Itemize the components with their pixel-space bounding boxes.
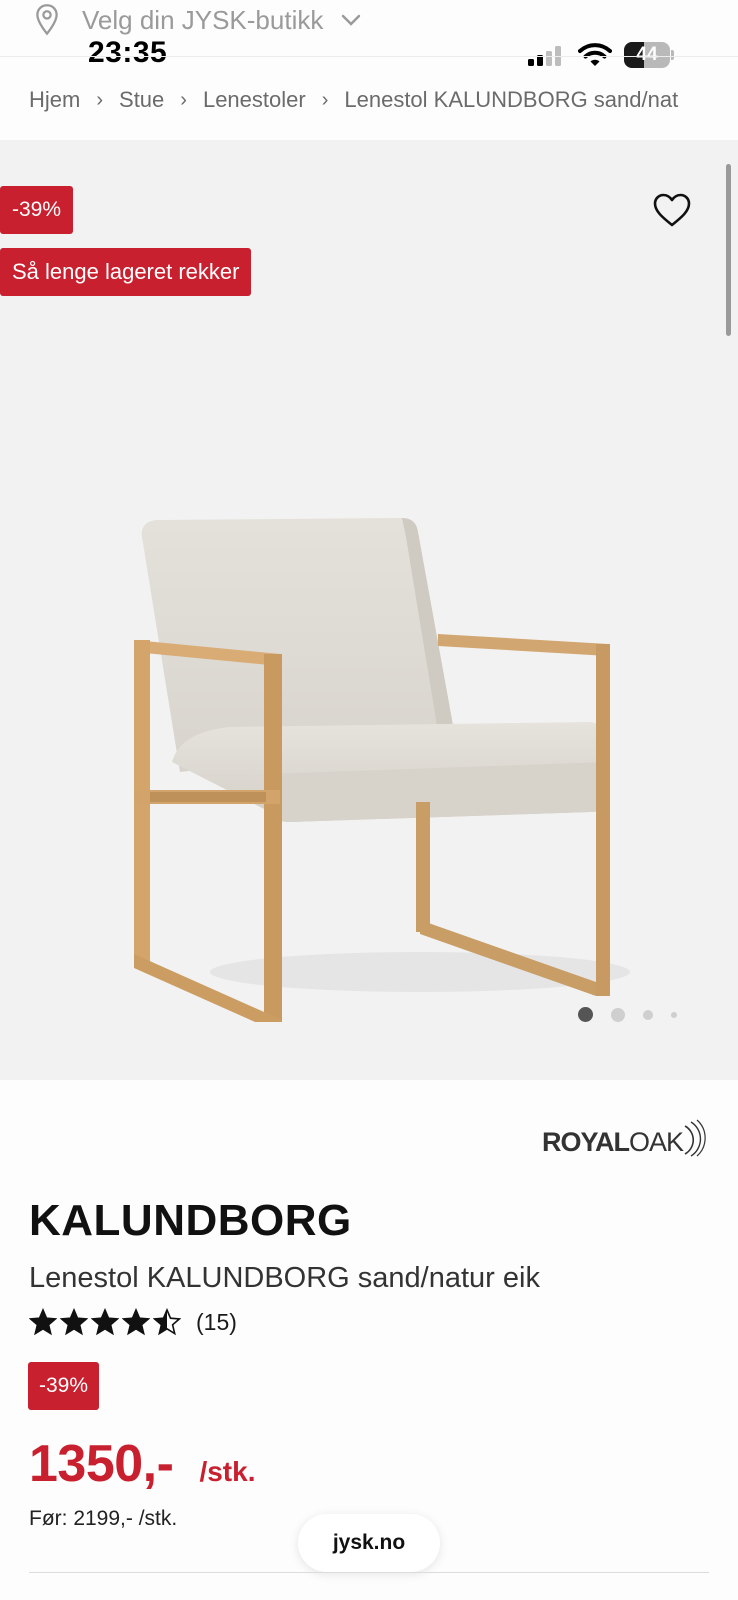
header-divider — [0, 56, 738, 57]
star-full-icon — [29, 1308, 57, 1336]
wifi-icon — [578, 43, 612, 66]
review-count[interactable]: (15) — [196, 1309, 237, 1336]
brand-logo-part2: OAK — [629, 1127, 684, 1157]
star-full-icon — [122, 1308, 150, 1336]
price-unit: /stk. — [199, 1456, 256, 1487]
breadcrumb-item-lenestoler[interactable]: Lenestoler — [203, 87, 306, 113]
star-full-icon — [91, 1308, 119, 1336]
discount-badge-price: -39% — [28, 1362, 100, 1410]
product-rating[interactable]: (15) — [29, 1308, 237, 1336]
gallery-pagination — [578, 1007, 695, 1022]
status-bar: 23:35 44 — [0, 30, 738, 80]
clock: 23:35 — [88, 36, 168, 69]
breadcrumb-chevron-icon: › — [321, 88, 329, 111]
content-divider — [29, 1572, 709, 1573]
product-gallery[interactable]: -39% Så lenge lageret rekker — [0, 140, 738, 1080]
breadcrumb: Hjem › Stue › Lenestoler › Lenestol KALU… — [29, 84, 729, 116]
price-amount: 1350,- — [29, 1435, 174, 1493]
star-full-icon — [60, 1308, 88, 1336]
breadcrumb-chevron-icon: › — [96, 88, 104, 111]
breadcrumb-chevron-icon: › — [180, 88, 187, 111]
star-half-icon — [153, 1308, 181, 1336]
stock-badge: Så lenge lageret rekker — [0, 248, 252, 296]
rating-stars — [29, 1308, 184, 1336]
product-image-armchair[interactable] — [120, 322, 640, 1022]
battery-level: 44 — [636, 44, 658, 65]
gallery-dot[interactable] — [671, 1011, 677, 1018]
product-description: Lenestol KALUNDBORG sand/natur eik — [29, 1262, 540, 1294]
battery-indicator: 44 — [624, 42, 674, 68]
gallery-dot[interactable] — [611, 1007, 625, 1022]
before-price: Før: 2199,- /stk. — [29, 1507, 178, 1530]
product-title: KALUNDBORG — [29, 1196, 352, 1245]
breadcrumb-item-current[interactable]: Lenestol KALUNDBORG sand/nat — [344, 87, 678, 113]
brand-logo-part1: ROYAL — [542, 1127, 630, 1157]
brand-logo-waves-icon — [684, 1119, 706, 1157]
brand-logo: ROYAL OAK — [542, 1108, 707, 1158]
discount-badge: -39% — [0, 186, 74, 234]
breadcrumb-item-stue[interactable]: Stue — [119, 87, 164, 113]
price: 1350,- /stk. — [29, 1434, 255, 1494]
gallery-dot[interactable] — [643, 1009, 653, 1020]
gallery-dot[interactable] — [578, 1007, 593, 1022]
heart-icon[interactable] — [652, 192, 692, 228]
breadcrumb-item-home[interactable]: Hjem — [29, 87, 80, 113]
chevron-down-icon — [342, 14, 361, 26]
browser-url-pill[interactable]: jysk.no — [298, 1514, 440, 1572]
gallery-scrollbar[interactable] — [726, 164, 731, 336]
